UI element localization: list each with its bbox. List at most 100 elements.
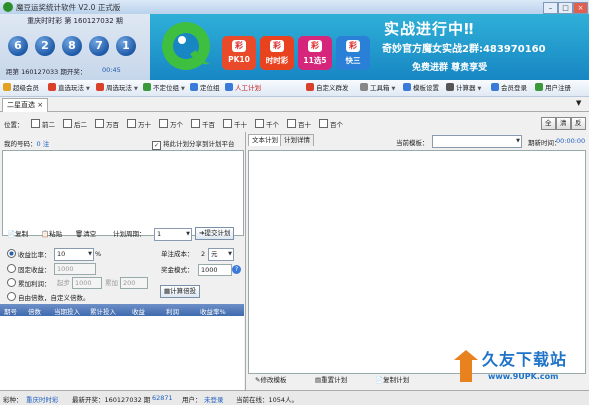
watermark-text: 久友下载站 — [482, 350, 568, 369]
tile-pk10[interactable]: 彩 PK10 — [222, 36, 256, 70]
countdown: 00:45 — [102, 66, 121, 74]
toolbar-template-settings[interactable]: 模板设置 — [403, 83, 439, 93]
pos-option-6[interactable]: 千百 — [191, 119, 215, 129]
lottery-badge-icon: 彩 — [232, 40, 246, 52]
period-label: 计划周期： — [113, 230, 146, 238]
toolbar-register[interactable]: 用户注册 — [535, 83, 571, 93]
status-online: 当前在线：1054人。 — [236, 396, 299, 404]
plan-table-body[interactable] — [0, 316, 244, 391]
watermark-logo-icon — [454, 350, 478, 382]
status-lottery-value: 重庆时时彩 — [26, 396, 59, 404]
unit-cost-select[interactable]: 元 ▼ — [208, 248, 234, 261]
edit-template-button[interactable]: ✎修改模板 — [252, 375, 289, 386]
toolbar-toolbox[interactable]: 工具箱 ▼ — [360, 83, 395, 93]
close-button[interactable]: × — [573, 2, 588, 14]
cumulative-radio[interactable]: 累加利润： — [4, 278, 54, 289]
copy-button[interactable]: 📄复制 — [4, 229, 31, 240]
tile-11x5[interactable]: 彩 11选5 — [298, 36, 332, 70]
submit-plan-button[interactable]: ➜提交计划 — [195, 227, 235, 240]
draw-ball-4: 7 — [89, 36, 109, 56]
tab-text-plan[interactable]: 文本计划 — [248, 134, 282, 146]
close-tab-icon[interactable]: × — [37, 101, 43, 109]
ratio-unit: % — [95, 250, 102, 258]
clear-numbers-button[interactable]: 🗑清空 — [72, 229, 99, 240]
minimize-button[interactable]: – — [543, 2, 558, 14]
unit-cost-value: 2 — [201, 250, 206, 258]
toolbar-vip[interactable]: 超级会员 — [3, 83, 39, 93]
pos-option-5[interactable]: 万个 — [159, 119, 183, 129]
calculator-icon — [446, 83, 454, 91]
start-input[interactable]: 1000 — [72, 277, 102, 289]
status-lottery-label: 彩种： — [3, 396, 23, 404]
toolbar-calculator[interactable]: 计算器 ▼ — [446, 83, 481, 93]
free-multiple-radio[interactable]: 自由倍数，自定义倍数。 — [4, 292, 93, 303]
paste-button[interactable]: 📋粘贴 — [38, 229, 65, 240]
pos-option-8[interactable]: 千个 — [255, 119, 279, 129]
tab-two-star-direct[interactable]: 二星直选 × — [2, 98, 49, 112]
q-logo-icon — [162, 22, 210, 70]
toolbar-positioned[interactable]: 定位组 — [190, 83, 220, 93]
template-select[interactable]: ▼ — [432, 135, 522, 148]
increment-input[interactable]: 200 — [120, 277, 148, 289]
ratio-select[interactable]: 10 ▼ — [54, 248, 94, 261]
plan-table-header: 期号 倍数 当期投入 累计投入 收益 利润 收益率% — [0, 304, 244, 316]
period-select[interactable]: 1 ▼ — [154, 228, 192, 241]
select-all-button[interactable]: 全 — [541, 117, 556, 130]
tile-ssc[interactable]: 彩 时时彩 — [260, 36, 294, 70]
col-current-input: 当期投入 — [54, 308, 80, 316]
fixed-input[interactable]: 1000 — [54, 263, 96, 275]
copy-plan-button[interactable]: 📄复制计划 — [372, 375, 412, 386]
pos-option-9[interactable]: 百十 — [287, 119, 311, 129]
col-issue: 期号 — [4, 308, 17, 316]
broadcast-icon — [306, 83, 314, 91]
fixed-radio[interactable]: 固定收益： — [4, 264, 54, 275]
status-bar: 彩种： 重庆时时彩 最新开奖：160127032 期 62871 用户： 未登录… — [0, 390, 589, 405]
tab-plan-details[interactable]: 计划详情 — [280, 134, 314, 146]
banner-headline: 实战进行中‼ — [384, 20, 475, 38]
app-icon — [3, 2, 13, 12]
clear-button[interactable]: 清 — [556, 117, 571, 130]
template-label: 当前模板： — [396, 139, 429, 147]
status-latest-label: 最新开奖：160127032 期 — [72, 396, 151, 404]
crown-icon — [3, 83, 11, 91]
tile-k3[interactable]: 彩 快三 — [336, 36, 370, 70]
prize-mode-input[interactable]: 1000 — [198, 264, 232, 276]
ratio-radio[interactable]: 收益比率： — [4, 249, 54, 260]
pos-option-2[interactable]: 后二 — [63, 119, 87, 129]
pos-option-7[interactable]: 千十 — [223, 119, 247, 129]
reset-plan-button[interactable]: ▤重置计划 — [312, 375, 350, 386]
toolbar-custom-broadcast[interactable]: 自定义群发 — [306, 83, 349, 93]
register-icon — [535, 83, 543, 91]
pos-option-10[interactable]: 百个 — [319, 119, 343, 129]
current-issue: 重庆时时彩 第 160127032 期 — [27, 17, 123, 25]
next-draw-label: 距第 160127033 期开奖： — [6, 68, 87, 76]
tab-strip: 二星直选 × ▼ — [0, 97, 589, 112]
plan-text-area[interactable] — [248, 150, 586, 374]
status-user-value: 未登录 — [204, 396, 224, 404]
help-icon[interactable]: ? — [232, 265, 241, 274]
main-toolbar: 超级会员 直选玩法 ▼ 周选玩法 ▼ 不定位组 ▼ 定位组 人工计划 自定义群发 工具… — [0, 80, 589, 97]
status-user-label: 用户： — [182, 396, 202, 404]
toolbar-member-login[interactable]: 会员登录 — [491, 83, 527, 93]
maximize-button[interactable]: □ — [558, 2, 573, 14]
pos-option-4[interactable]: 万十 — [127, 119, 151, 129]
toolbar-weekly[interactable]: 周选玩法 ▼ — [96, 83, 138, 93]
period-time-value: 00:00:00 — [556, 137, 586, 145]
pos-option-1[interactable]: 前二 — [31, 119, 55, 129]
my-numbers-count: 0 注 — [36, 140, 50, 148]
left-panel: 我的号码：0 注 ✓ 将此计划分享到计划平台 📄复制 📋粘贴 🗑清空 计划周期： … — [0, 132, 244, 391]
window-title: 魔豆运奖统计软件 V2.0 正式版 — [16, 3, 121, 12]
calc-multiple-button[interactable]: ▦计算倍投 — [160, 285, 201, 298]
share-checkbox[interactable]: ✓ 将此计划分享到计划平台 — [152, 138, 235, 150]
number-input-area[interactable] — [2, 150, 244, 236]
toolbar-manual-plan[interactable]: 人工计划 — [225, 83, 261, 93]
pos-option-3[interactable]: 万百 — [95, 119, 119, 129]
lottery-badge-icon: 彩 — [308, 40, 322, 52]
toolbar-direct[interactable]: 直选玩法 ▼ — [48, 83, 90, 93]
increment-label: 累加 — [105, 279, 118, 287]
promo-banner[interactable]: 彩 PK10 彩 时时彩 彩 11选5 彩 快三 实战进行中‼ 奇妙官方魔女实战… — [150, 14, 589, 80]
unit-cost-label: 单注成本： — [161, 250, 194, 258]
tab-menu-icon[interactable]: ▼ — [576, 99, 581, 107]
invert-button[interactable]: 反 — [571, 117, 586, 130]
toolbar-unpositioned[interactable]: 不定位组 ▼ — [143, 83, 185, 93]
